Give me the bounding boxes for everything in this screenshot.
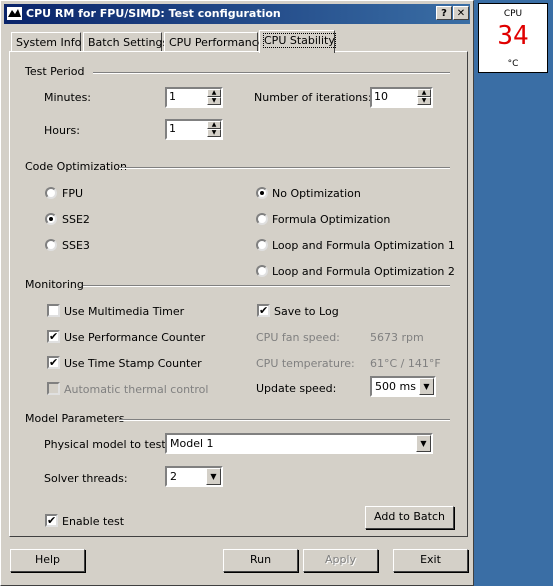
tab-batch-settings[interactable]: Batch Settings — [83, 32, 168, 52]
temperature-label: CPU temperature: — [256, 357, 355, 370]
title-bar[interactable]: CPU RM for FPU/SIMD: Test configuration … — [4, 4, 470, 24]
tab-system-info[interactable]: System Info — [11, 32, 81, 52]
radio-no-optimization-label[interactable]: No Optimization — [272, 187, 361, 200]
chevron-down-icon[interactable]: ▼ — [419, 378, 434, 395]
divider — [93, 72, 450, 74]
divider — [119, 167, 450, 169]
performance-counter-label[interactable]: Use Performance Counter — [64, 331, 205, 344]
hours-spinner[interactable]: ▲ ▼ — [165, 119, 223, 140]
chevron-down-icon[interactable]: ▼ — [416, 435, 431, 452]
radio-sse3-label[interactable]: SSE3 — [62, 239, 90, 252]
minutes-label: Minutes: — [44, 91, 92, 104]
spin-down-icon[interactable]: ▼ — [207, 97, 221, 105]
divider — [83, 285, 450, 287]
radio-sse2-label[interactable]: SSE2 — [62, 213, 90, 226]
temperature-value: 61°C / 141°F — [370, 357, 441, 370]
exit-button[interactable]: Exit — [393, 549, 468, 572]
app-icon — [7, 7, 22, 20]
model-parameters-heading: Model Parameters — [25, 412, 125, 425]
physical-model-label: Physical model to test: — [44, 438, 170, 451]
spin-up-icon[interactable]: ▲ — [207, 89, 221, 97]
code-optimization-heading: Code Optimization — [25, 160, 128, 173]
radio-sse2[interactable] — [45, 213, 57, 225]
fan-speed-value: 5673 rpm — [370, 331, 424, 344]
time-stamp-counter-label[interactable]: Use Time Stamp Counter — [64, 357, 202, 370]
iterations-spinner[interactable]: ▲ ▼ — [370, 87, 433, 108]
spin-up-icon[interactable]: ▲ — [207, 121, 221, 129]
spin-down-icon[interactable]: ▼ — [207, 129, 221, 137]
update-speed-value: 500 ms — [375, 380, 416, 393]
divider — [119, 419, 450, 421]
close-icon[interactable]: ✕ — [453, 6, 469, 20]
tab-cpu-stability[interactable]: CPU Stability — [259, 30, 336, 53]
radio-formula-optimization-label[interactable]: Formula Optimization — [272, 213, 390, 226]
checkbox-performance-counter[interactable]: ✔ — [47, 330, 60, 343]
multimedia-timer-label[interactable]: Use Multimedia Timer — [64, 305, 184, 318]
checkbox-time-stamp-counter[interactable]: ✔ — [47, 356, 60, 369]
add-to-batch-button[interactable]: Add to Batch — [365, 506, 454, 529]
minutes-spinner[interactable]: ▲ ▼ — [165, 87, 223, 108]
hours-input[interactable] — [169, 122, 205, 135]
radio-fpu-label[interactable]: FPU — [62, 187, 83, 200]
help-icon[interactable]: ? — [436, 6, 452, 20]
solver-threads-label: Solver threads: — [44, 472, 128, 485]
spin-up-icon[interactable]: ▲ — [417, 89, 431, 97]
apply-button: Apply — [303, 549, 378, 572]
radio-no-optimization[interactable] — [256, 187, 268, 199]
thermal-control-label: Automatic thermal control — [64, 383, 209, 396]
checkbox-save-to-log[interactable]: ✔ — [257, 304, 270, 317]
update-speed-label: Update speed: — [256, 382, 337, 395]
minutes-input[interactable] — [169, 90, 205, 103]
test-period-heading: Test Period — [25, 65, 85, 78]
radio-loop-formula-2[interactable] — [256, 265, 268, 277]
iterations-input[interactable] — [374, 90, 410, 103]
monitoring-heading: Monitoring — [25, 278, 84, 291]
physical-model-select[interactable]: Model 1 ▼ — [165, 433, 433, 454]
radio-formula-optimization[interactable] — [256, 213, 268, 225]
save-to-log-label[interactable]: Save to Log — [274, 305, 339, 318]
test-configuration-window: CPU RM for FPU/SIMD: Test configuration … — [0, 0, 474, 586]
radio-fpu[interactable] — [45, 187, 57, 199]
enable-test-label[interactable]: Enable test — [62, 515, 124, 528]
update-speed-select[interactable]: 500 ms ▼ — [370, 376, 436, 397]
radio-loop-formula-2-label[interactable]: Loop and Formula Optimization 2 — [272, 265, 455, 278]
run-button[interactable]: Run — [223, 549, 298, 572]
checkbox-thermal-control — [47, 382, 60, 395]
radio-sse3[interactable] — [45, 239, 57, 251]
gadget-unit: °C — [507, 59, 519, 69]
gadget-temperature-value: 34 — [497, 21, 529, 51]
physical-model-value: Model 1 — [170, 437, 214, 450]
hours-label: Hours: — [44, 124, 80, 137]
fan-speed-label: CPU fan speed: — [256, 331, 340, 344]
spin-down-icon[interactable]: ▼ — [417, 97, 431, 105]
radio-loop-formula-1-label[interactable]: Loop and Formula Optimization 1 — [272, 239, 455, 252]
help-button[interactable]: Help — [10, 549, 85, 572]
cpu-temperature-gadget: CPU 34 °C — [478, 3, 548, 73]
tab-cpu-performance[interactable]: CPU Performance — [164, 32, 265, 52]
gadget-label: CPU — [503, 9, 523, 19]
solver-threads-select[interactable]: 2 ▼ — [165, 466, 223, 487]
solver-threads-value: 2 — [170, 470, 177, 483]
checkbox-multimedia-timer[interactable] — [47, 304, 60, 317]
chevron-down-icon[interactable]: ▼ — [206, 468, 221, 485]
radio-loop-formula-1[interactable] — [256, 239, 268, 251]
checkbox-enable-test[interactable]: ✔ — [45, 514, 58, 527]
window-title: CPU RM for FPU/SIMD: Test configuration — [26, 7, 281, 20]
iterations-label: Number of iterations: — [254, 91, 372, 104]
